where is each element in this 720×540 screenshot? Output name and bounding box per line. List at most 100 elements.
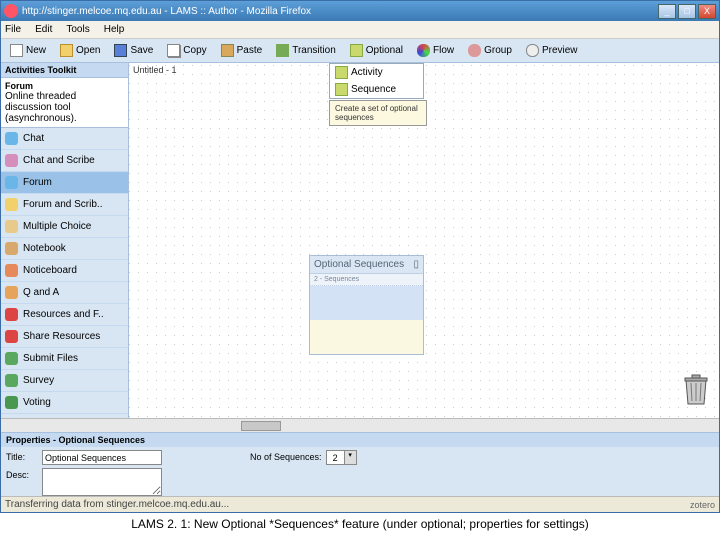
menu-edit[interactable]: Edit xyxy=(35,24,52,35)
optional-icon xyxy=(350,44,363,57)
sidebar-item-survey[interactable]: Survey xyxy=(1,370,128,392)
statusbar: Transferring data from stinger.melcoe.mq… xyxy=(1,496,719,512)
trash-icon[interactable] xyxy=(681,372,711,406)
tool-icon xyxy=(5,352,18,365)
scrollbar-thumb[interactable] xyxy=(241,421,281,431)
tool-icon xyxy=(5,330,18,343)
group-button[interactable]: Group xyxy=(461,41,519,61)
sidebar-item-forum-and-scrib-[interactable]: Forum and Scrib.. xyxy=(1,194,128,216)
sidebar-item-submit-files[interactable]: Submit Files xyxy=(1,348,128,370)
sequence-icon xyxy=(335,83,348,96)
activity-icon xyxy=(335,66,348,79)
tool-icon xyxy=(5,308,18,321)
paste-icon xyxy=(221,44,234,57)
sidebar-item-label: Chat and Scribe xyxy=(23,155,95,166)
preview-button[interactable]: Preview xyxy=(519,41,585,61)
sidebar-item-forum[interactable]: Forum xyxy=(1,172,128,194)
sidebar-item-label: Forum xyxy=(23,177,52,188)
optional-activity-item[interactable]: Activity xyxy=(330,64,423,81)
new-button[interactable]: New xyxy=(3,41,53,61)
group-icon xyxy=(468,44,481,57)
desc-label: Desc: xyxy=(6,468,38,480)
sidebar-description: Forum Online threaded discussion tool (a… xyxy=(1,78,128,128)
titlebar: http://stinger.melcoe.mq.edu.au - LAMS :… xyxy=(1,1,719,21)
maximize-button[interactable]: □ xyxy=(678,4,696,19)
save-button[interactable]: Save xyxy=(107,41,160,61)
optional-sequences-box[interactable]: Optional Sequences ▯ 2 - Sequences xyxy=(309,255,424,355)
sidebar-item-chat-and-scribe[interactable]: Chat and Scribe xyxy=(1,150,128,172)
desc-textarea[interactable] xyxy=(42,468,162,496)
title-input[interactable] xyxy=(42,450,162,465)
selected-tool-name: Forum xyxy=(5,81,33,91)
status-text: Transferring data from stinger.melcoe.mq… xyxy=(5,499,229,510)
sidebar-item-label: Multiple Choice xyxy=(23,221,91,232)
tool-icon xyxy=(5,154,18,167)
tool-icon xyxy=(5,264,18,277)
firefox-icon xyxy=(4,4,18,18)
tool-icon xyxy=(5,132,18,145)
sidebar-item-label: Survey xyxy=(23,375,54,386)
sidebar-item-chat[interactable]: Chat xyxy=(1,128,128,150)
tool-icon xyxy=(5,176,18,189)
sidebar-title: Activities Toolkit xyxy=(1,63,128,78)
canvas-title: Untitled - 1 xyxy=(133,65,177,75)
open-button[interactable]: Open xyxy=(53,41,107,61)
close-button[interactable]: X xyxy=(698,4,716,19)
horizontal-scrollbar[interactable] xyxy=(1,418,719,432)
menubar: File Edit Tools Help xyxy=(1,21,719,39)
new-icon xyxy=(10,44,23,57)
flow-icon xyxy=(417,44,430,57)
stepper-button[interactable]: ▾ xyxy=(344,451,356,464)
copy-button[interactable]: Copy xyxy=(160,41,213,61)
optbox-subtitle: 2 - Sequences xyxy=(310,274,423,286)
copy-icon xyxy=(167,44,180,57)
title-label: Title: xyxy=(6,450,38,462)
transition-button[interactable]: Transition xyxy=(269,41,343,61)
tool-icon xyxy=(5,198,18,211)
sequence-slot-1[interactable] xyxy=(310,286,423,320)
paste-button[interactable]: Paste xyxy=(214,41,270,61)
window-controls: _ □ X xyxy=(658,4,716,19)
menu-file[interactable]: File xyxy=(5,24,21,35)
transition-icon xyxy=(276,44,289,57)
tool-icon xyxy=(5,396,18,409)
sidebar-item-label: Q and A xyxy=(23,287,59,298)
canvas[interactable]: Untitled - 1 Activity Sequence Create a … xyxy=(129,63,719,418)
sequence-slot-2[interactable] xyxy=(310,320,423,354)
tool-icon xyxy=(5,286,18,299)
sidebar-item-label: Notebook xyxy=(23,243,66,254)
preview-icon xyxy=(526,44,539,57)
menu-help[interactable]: Help xyxy=(104,24,125,35)
tool-icon xyxy=(5,242,18,255)
sidebar-item-label: Resources and F.. xyxy=(23,309,104,320)
sidebar-item-notebook[interactable]: Notebook xyxy=(1,238,128,260)
window-title: http://stinger.melcoe.mq.edu.au - LAMS :… xyxy=(22,6,658,17)
properties-title: Properties - Optional Sequences xyxy=(1,433,719,447)
optional-sequence-item[interactable]: Sequence xyxy=(330,81,423,98)
toolbar: New Open Save Copy Paste Transition Opti… xyxy=(1,39,719,63)
noseq-label: No of Sequences: xyxy=(250,450,322,462)
sidebar: Activities Toolkit Forum Online threaded… xyxy=(1,63,129,418)
app-window: http://stinger.melcoe.mq.edu.au - LAMS :… xyxy=(0,0,720,513)
flow-button[interactable]: Flow xyxy=(410,41,461,61)
optional-dropdown: Activity Sequence xyxy=(329,63,424,99)
minimize-button[interactable]: _ xyxy=(658,4,676,19)
sidebar-item-share-resources[interactable]: Share Resources xyxy=(1,326,128,348)
figure-caption: LAMS 2. 1: New Optional *Sequences* feat… xyxy=(0,513,720,535)
tooltip: Create a set of optional sequences xyxy=(329,100,427,126)
sidebar-item-multiple-choice[interactable]: Multiple Choice xyxy=(1,216,128,238)
selected-tool-desc: Online threaded discussion tool (asynchr… xyxy=(5,91,77,124)
sidebar-item-label: Forum and Scrib.. xyxy=(23,199,102,210)
sidebar-item-resources-and-f-[interactable]: Resources and F.. xyxy=(1,304,128,326)
sidebar-item-label: Submit Files xyxy=(23,353,78,364)
sidebar-item-q-and-a[interactable]: Q and A xyxy=(1,282,128,304)
sidebar-item-label: Noticeboard xyxy=(23,265,77,276)
sidebar-item-noticeboard[interactable]: Noticeboard xyxy=(1,260,128,282)
noseq-stepper[interactable]: 2 ▾ xyxy=(326,450,357,465)
menu-tools[interactable]: Tools xyxy=(66,24,89,35)
sidebar-items: Chat Chat and Scribe Forum Forum and Scrib.… xyxy=(1,128,128,418)
optional-button[interactable]: Optional xyxy=(343,41,410,61)
sidebar-item-voting[interactable]: Voting xyxy=(1,392,128,414)
zotero-label[interactable]: zotero xyxy=(690,500,715,510)
optbox-handle-icon[interactable]: ▯ xyxy=(413,259,419,270)
